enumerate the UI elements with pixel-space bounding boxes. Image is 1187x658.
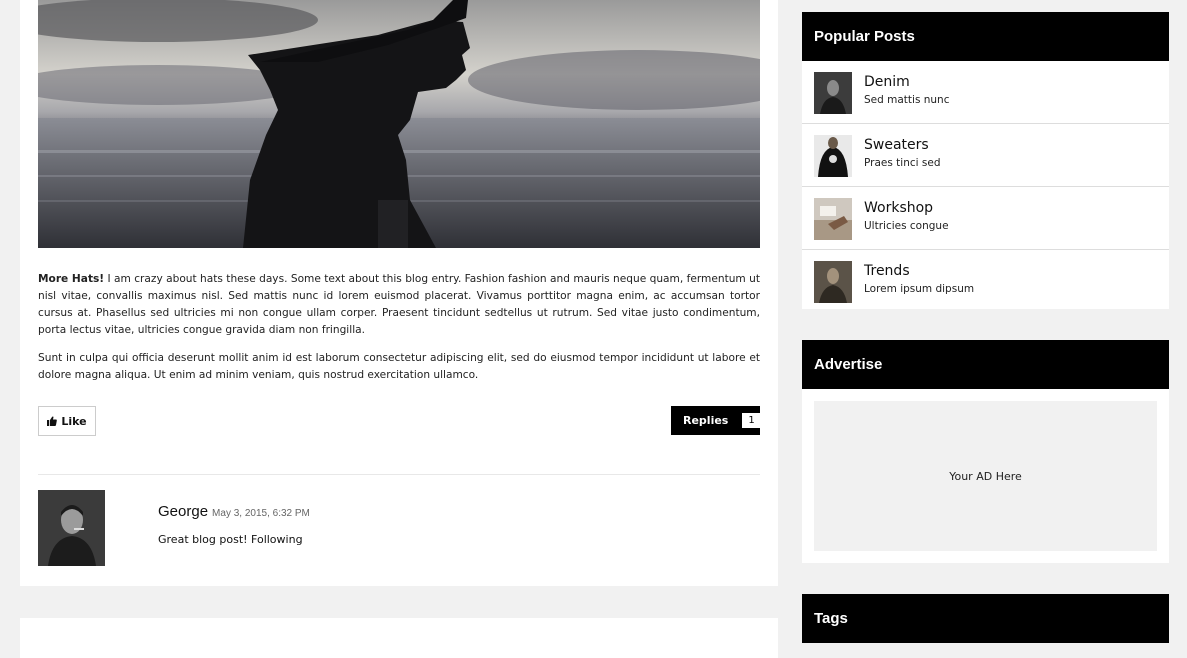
ad-placeholder[interactable]: Your AD Here xyxy=(814,401,1157,551)
ad-text: Your AD Here xyxy=(949,469,1022,483)
popular-post-title: Denim xyxy=(864,74,910,90)
advertise-title: Advertise xyxy=(802,340,1169,389)
popular-post-item[interactable]: Workshop Ultricies congue xyxy=(802,187,1169,250)
post-paragraph-2: Sunt in culpa qui officia deserunt molli… xyxy=(38,352,760,381)
like-label: Like xyxy=(61,414,87,428)
popular-post-thumbnail xyxy=(814,135,852,177)
tags-title: Tags xyxy=(802,594,1169,643)
comment-text: Great blog post! Following xyxy=(158,533,303,546)
like-button[interactable]: Like xyxy=(38,406,96,436)
comment-author: George xyxy=(158,503,209,520)
comments-divider xyxy=(38,474,760,475)
popular-post-subtitle: Praes tinci sed xyxy=(864,157,941,169)
popular-post-subtitle: Ultricies congue xyxy=(864,220,949,232)
popular-post-thumbnail xyxy=(814,198,852,240)
popular-post-subtitle: Lorem ipsum dipsum xyxy=(864,283,975,295)
post-intro-bold: More Hats! xyxy=(38,273,105,285)
replies-count-badge: 1 xyxy=(742,413,761,428)
comment-date: May 3, 2015, 6:32 PM xyxy=(212,508,310,519)
popular-posts-title: Popular Posts xyxy=(802,12,1169,61)
advertise-widget: Advertise Your AD Here xyxy=(802,340,1169,563)
next-post-card xyxy=(20,618,778,658)
tags-widget: Tags xyxy=(802,594,1169,643)
popular-post-title: Sweaters xyxy=(864,137,929,153)
replies-button[interactable]: Replies 1 xyxy=(671,406,761,435)
popular-post-item[interactable]: Sweaters Praes tinci sed xyxy=(802,124,1169,187)
comment-avatar xyxy=(38,490,105,566)
thumbs-up-icon xyxy=(47,416,58,426)
post-paragraph-1: More Hats! I am crazy about hats these d… xyxy=(38,271,760,339)
popular-post-thumbnail xyxy=(814,261,852,303)
popular-post-item[interactable]: Trends Lorem ipsum dipsum xyxy=(802,250,1169,312)
popular-posts-widget: Popular Posts Denim Sed mattis nunc Swea… xyxy=(802,12,1169,309)
popular-post-title: Workshop xyxy=(864,200,934,216)
comment-header: George May 3, 2015, 6:32 PM xyxy=(158,501,310,520)
popular-post-thumbnail xyxy=(814,72,852,114)
replies-label: Replies xyxy=(683,414,729,427)
post-hero-image xyxy=(38,0,760,248)
popular-post-item[interactable]: Denim Sed mattis nunc xyxy=(802,61,1169,124)
popular-post-title: Trends xyxy=(864,263,910,279)
post-paragraph-1-text: I am crazy about hats these days. Some t… xyxy=(38,273,760,336)
popular-post-subtitle: Sed mattis nunc xyxy=(864,94,950,106)
